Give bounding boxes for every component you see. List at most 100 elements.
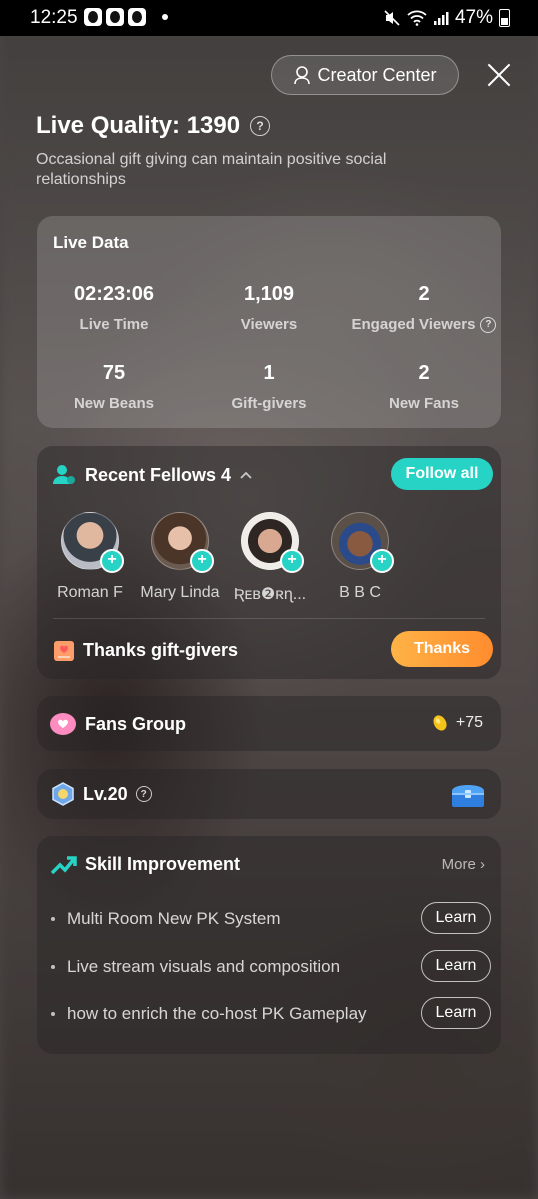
stat-value: 1: [263, 362, 275, 384]
stat-viewers: 1,109 Viewers: [189, 283, 349, 333]
follow-all-button[interactable]: Follow all: [391, 458, 493, 490]
thanks-gift-givers-title: Thanks gift-givers: [83, 639, 239, 660]
more-label: More: [441, 856, 476, 873]
fellow-name: Ʀᴇʙ❷ʀɳ...: [233, 586, 307, 603]
level-card[interactable]: Lv.20 ?: [37, 769, 501, 819]
skill-improvement-header: Skill Improvement: [51, 854, 240, 875]
status-bar: 12:25 47%: [0, 0, 538, 36]
skill-improvement-title: Skill Improvement: [85, 854, 241, 874]
user-add-icon: [53, 465, 75, 484]
learn-button[interactable]: Learn: [421, 902, 491, 934]
divider: [53, 618, 485, 619]
follow-plus-icon[interactable]: +: [100, 549, 124, 573]
stat-label: New Beans: [73, 395, 155, 412]
learn-button[interactable]: Learn: [421, 950, 491, 982]
skill-item: how to enrich the co-host PK Gameplay Le…: [51, 997, 491, 1031]
fellow-name: B B C: [339, 584, 381, 601]
follow-plus-icon[interactable]: +: [280, 549, 304, 573]
headset-icon: [294, 66, 311, 85]
stat-label: Engaged Viewers: [351, 316, 476, 333]
fans-group-card[interactable]: Fans Group +75: [37, 696, 501, 751]
stat-label: New Fans: [388, 395, 460, 412]
stat-value: 02:23:06: [73, 283, 155, 305]
gift-card-icon: [54, 641, 74, 661]
stat-gift-givers: 1 Gift-givers: [189, 362, 349, 412]
fellow-item[interactable]: + Roman F: [45, 512, 135, 602]
battery-icon: [499, 9, 510, 27]
notification-icons: [84, 8, 146, 26]
help-icon[interactable]: ?: [480, 316, 497, 333]
battery-percent: 47%: [454, 7, 493, 28]
chevron-up-icon: [240, 471, 252, 479]
beans-count: +75: [455, 714, 483, 731]
bean-icon: [433, 715, 447, 731]
status-right: 47%: [383, 7, 510, 29]
bullet-icon: [51, 917, 55, 921]
stat-label: Viewers: [240, 316, 298, 333]
avatar[interactable]: +: [241, 512, 304, 573]
follow-plus-icon[interactable]: +: [370, 549, 394, 573]
quality-subtitle: Occasional gift giving can maintain posi…: [36, 151, 387, 188]
fans-group-title: Fans Group: [85, 713, 187, 734]
fellow-name: Roman F: [57, 584, 123, 601]
thanks-button[interactable]: Thanks: [391, 631, 493, 667]
live-quality: Live Quality: 1390 ?: [36, 112, 271, 140]
recent-fellows-header[interactable]: Recent Fellows 4: [53, 464, 253, 486]
thanks-gift-givers-row: Thanks gift-givers: [53, 638, 238, 662]
skill-item-text: Multi Room New PK System: [67, 909, 281, 928]
skill-item-text: Live stream visuals and composition: [67, 957, 341, 976]
signal-icon: [433, 12, 449, 25]
fellow-item[interactable]: + Ʀᴇʙ❷ʀɳ...: [225, 512, 315, 604]
live-quality-title: Live Quality: 1390: [36, 112, 241, 139]
stat-value: 2: [418, 283, 430, 305]
wifi-icon: [407, 10, 427, 26]
help-icon[interactable]: ?: [250, 116, 271, 136]
fans-group-row: Fans Group: [49, 711, 186, 737]
heart-badge-icon: [50, 713, 76, 735]
skill-item: Live stream visuals and composition Lear…: [51, 950, 491, 984]
more-link[interactable]: More ›: [442, 856, 485, 873]
stat-value: 75: [102, 362, 126, 384]
mute-icon: [384, 10, 400, 26]
level-badge-icon: [52, 782, 74, 806]
chevron-right-icon: ›: [480, 856, 485, 873]
bullet-icon: [51, 965, 55, 969]
fans-group-beans: +75: [432, 714, 483, 732]
bullet-icon: [51, 1012, 55, 1016]
status-time: 12:25: [30, 7, 78, 28]
recent-fellows-card: Recent Fellows 4 Follow all + Roman F + …: [37, 446, 501, 679]
app-notification-icon: [84, 8, 102, 26]
stat-new-fans: 2 New Fans: [344, 362, 504, 412]
stat-live-time: 02:23:06 Live Time: [34, 283, 194, 333]
treasure-chest-icon[interactable]: [449, 779, 487, 809]
creator-center-label: Creator Center: [317, 64, 437, 85]
level-title: Lv.20: [83, 783, 128, 804]
skill-improvement-card: Skill Improvement More › Multi Room New …: [37, 836, 501, 1054]
avatar[interactable]: +: [151, 512, 214, 573]
stat-label: Gift-givers: [231, 395, 307, 412]
app-notification-icon: [128, 8, 146, 26]
help-icon[interactable]: ?: [135, 786, 152, 802]
creator-center-button[interactable]: Creator Center: [271, 55, 459, 95]
avatar[interactable]: +: [61, 512, 124, 573]
skill-item-text: how to enrich the co-host PK Gameplay: [67, 1004, 367, 1023]
fellow-item[interactable]: + Mary Linda: [135, 512, 225, 602]
fellow-name: Mary Linda: [140, 584, 220, 601]
recent-fellows-title: Recent Fellows 4: [85, 464, 232, 485]
stat-value: 2: [418, 362, 430, 384]
app-notification-icon: [106, 8, 124, 26]
stat-new-beans: 75 New Beans: [34, 362, 194, 412]
live-data-title: Live Data: [53, 233, 129, 252]
more-notifications-dot-icon: [162, 14, 168, 20]
skill-item: Multi Room New PK System Learn: [51, 902, 491, 936]
stat-value: 1,109: [243, 283, 295, 305]
stat-label: Live Time: [79, 316, 149, 333]
live-data-card: Live Data 02:23:06 Live Time 1,109 Viewe…: [37, 216, 501, 428]
close-icon[interactable]: [486, 62, 512, 88]
learn-button[interactable]: Learn: [421, 997, 491, 1029]
stat-engaged-viewers: 2 Engaged Viewers?: [344, 283, 504, 333]
avatar[interactable]: +: [331, 512, 394, 573]
trend-up-icon: [51, 855, 77, 874]
fellow-item[interactable]: + B B C: [315, 512, 405, 602]
follow-plus-icon[interactable]: +: [190, 549, 214, 573]
